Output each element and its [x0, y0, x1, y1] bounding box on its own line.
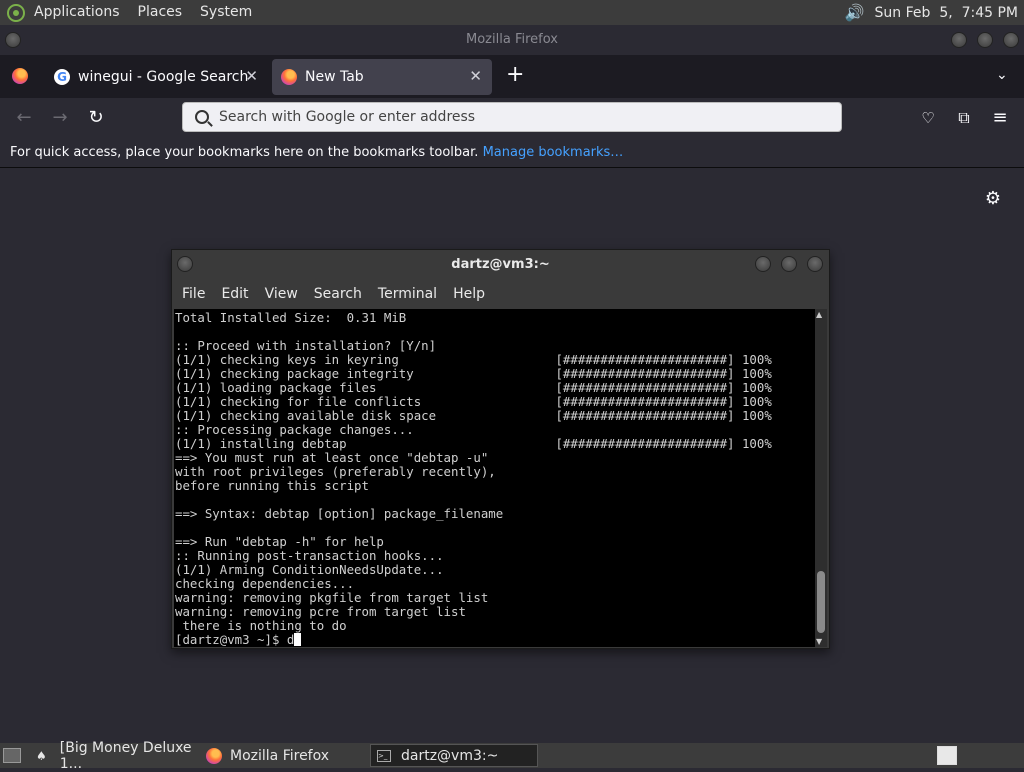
firefox-view-button[interactable]	[12, 68, 28, 84]
terminal-title: dartz@vm3:~	[451, 257, 550, 272]
workspace-switcher-icon[interactable]	[937, 746, 957, 765]
bottom-panel: ♠ [Big Money Deluxe 1... Mozilla Firefox…	[0, 740, 1024, 772]
close-tab-icon[interactable]: ✕	[245, 67, 258, 85]
terminal-line: ==> You must run at least once "debtap -…	[175, 450, 489, 465]
maximize-button[interactable]	[781, 256, 797, 272]
list-all-tabs-chevron-icon[interactable]: ⌄	[996, 67, 1008, 83]
maximize-button[interactable]	[977, 32, 993, 48]
terminal-window: dartz@vm3:~ File Edit View Search Termin…	[171, 249, 830, 649]
google-g-icon: G	[54, 69, 70, 85]
terminal-line: ==> Syntax: debtap [option] package_file…	[175, 506, 504, 521]
terminal-line: Total Installed Size: 0.31 MiB	[175, 310, 407, 325]
panel-clock[interactable]: Sun Feb 5, 7:45 PM	[875, 5, 1018, 21]
terminal-line: before running this script	[175, 478, 369, 493]
terminal-line: there is nothing to do	[175, 618, 347, 633]
gnome-foot-icon[interactable]	[7, 3, 25, 22]
terminal-line: (1/1) checking available disk space [###…	[175, 408, 772, 423]
extensions-icon[interactable]: ⧉	[952, 106, 976, 130]
task-firefox[interactable]: Mozilla Firefox	[206, 744, 366, 767]
task-terminal[interactable]: >_ dartz@vm3:~	[370, 744, 538, 767]
show-desktop-icon[interactable]	[3, 748, 21, 763]
terminal-line: warning: removing pkgfile from target li…	[175, 590, 489, 605]
task-big-money[interactable]: ♠ [Big Money Deluxe 1...	[36, 740, 201, 772]
manage-bookmarks-link[interactable]: Manage bookmarks…	[483, 145, 624, 160]
terminal-prompt[interactable]: [dartz@vm3 ~]$ d	[175, 633, 818, 647]
reload-icon[interactable]: ↻	[84, 106, 108, 130]
scroll-down-arrow-icon[interactable]: ▼	[816, 637, 822, 646]
scrollbar-thumb[interactable]	[817, 571, 825, 633]
terminal-line: checking dependencies...	[175, 576, 355, 591]
terminal-line: warning: removing pcre from target list	[175, 604, 466, 619]
tab-label: winegui - Google Search	[78, 69, 249, 85]
terminal-scrollbar[interactable]: ▲ ▼	[815, 309, 827, 647]
pocket-icon[interactable]: ♡	[916, 106, 940, 130]
close-tab-icon[interactable]: ✕	[469, 67, 482, 85]
terminal-line: (1/1) checking package integrity [######…	[175, 366, 772, 381]
terminal-line: :: Processing package changes...	[175, 422, 414, 437]
terminal-line: (1/1) checking for file conflicts [#####…	[175, 394, 772, 409]
applications-menu[interactable]: Applications	[25, 0, 129, 25]
terminal-icon: >_	[377, 749, 391, 762]
terminal-line: (1/1) loading package files [###########…	[175, 380, 772, 395]
url-bar[interactable]	[182, 102, 842, 132]
search-icon	[195, 110, 209, 124]
firefox-logo-icon	[281, 69, 297, 85]
terminal-text: Total Installed Size: 0.31 MiB :: Procee…	[174, 309, 818, 647]
top-panel: Applications Places System 🔊 Sun Feb 5, …	[0, 0, 1024, 25]
nav-bar: ← → ↻ ♡ ⧉ ≡	[0, 98, 1024, 138]
menu-help[interactable]: Help	[445, 286, 493, 302]
close-window-button[interactable]	[807, 256, 823, 272]
window-menu-button[interactable]	[177, 256, 193, 272]
terminal-line: (1/1) checking keys in keyring [########…	[175, 352, 772, 367]
hamburger-menu-icon[interactable]: ≡	[988, 106, 1012, 130]
volume-icon[interactable]: 🔊	[845, 3, 865, 22]
scroll-up-arrow-icon[interactable]: ▲	[816, 310, 822, 319]
terminal-titlebar: dartz@vm3:~	[172, 250, 829, 280]
terminal-output[interactable]: Total Installed Size: 0.31 MiB :: Procee…	[174, 309, 818, 647]
firefox-window-title: Mozilla Firefox	[466, 32, 558, 47]
window-menu-button[interactable]	[5, 32, 21, 48]
game-icon: ♠	[36, 748, 47, 763]
firefox-logo-icon	[206, 747, 222, 764]
bookmarks-toolbar: For quick access, place your bookmarks h…	[0, 138, 1024, 168]
menu-file[interactable]: File	[174, 286, 213, 302]
firefox-logo-icon	[12, 68, 28, 84]
terminal-menubar: File Edit View Search Terminal Help	[172, 280, 829, 308]
tab-winegui-search[interactable]: G winegui - Google Search ✕	[46, 59, 268, 95]
gear-icon[interactable]: ⚙	[984, 190, 1002, 208]
new-tab-button[interactable]: +	[506, 63, 524, 87]
back-arrow-icon[interactable]: ←	[12, 106, 36, 130]
tab-bar: G winegui - Google Search ✕ New Tab ✕ + …	[0, 55, 1024, 98]
firefox-titlebar: Mozilla Firefox	[0, 25, 1024, 55]
tab-label: New Tab	[305, 69, 364, 85]
menu-search[interactable]: Search	[306, 286, 370, 302]
minimize-button[interactable]	[951, 32, 967, 48]
text-cursor	[294, 633, 302, 646]
bookmarks-hint-text: For quick access, place your bookmarks h…	[10, 145, 479, 160]
url-input[interactable]	[219, 109, 819, 125]
terminal-line: :: Running post-transaction hooks...	[175, 548, 444, 563]
menu-view[interactable]: View	[257, 286, 306, 302]
places-menu[interactable]: Places	[129, 0, 192, 25]
terminal-line: :: Proceed with installation? [Y/n]	[175, 338, 437, 353]
minimize-button[interactable]	[755, 256, 771, 272]
terminal-line: with root privileges (preferably recentl…	[175, 464, 496, 479]
terminal-line: (1/1) Arming ConditionNeedsUpdate...	[175, 562, 444, 577]
terminal-line: (1/1) installing debtap [###############…	[175, 436, 772, 451]
menu-edit[interactable]: Edit	[213, 286, 256, 302]
tab-new-tab[interactable]: New Tab ✕	[272, 59, 492, 95]
menu-terminal[interactable]: Terminal	[370, 286, 445, 302]
forward-arrow-icon[interactable]: →	[48, 106, 72, 130]
close-window-button[interactable]	[1003, 32, 1019, 48]
system-menu[interactable]: System	[191, 0, 261, 25]
terminal-line: ==> Run "debtap -h" for help	[175, 534, 384, 549]
